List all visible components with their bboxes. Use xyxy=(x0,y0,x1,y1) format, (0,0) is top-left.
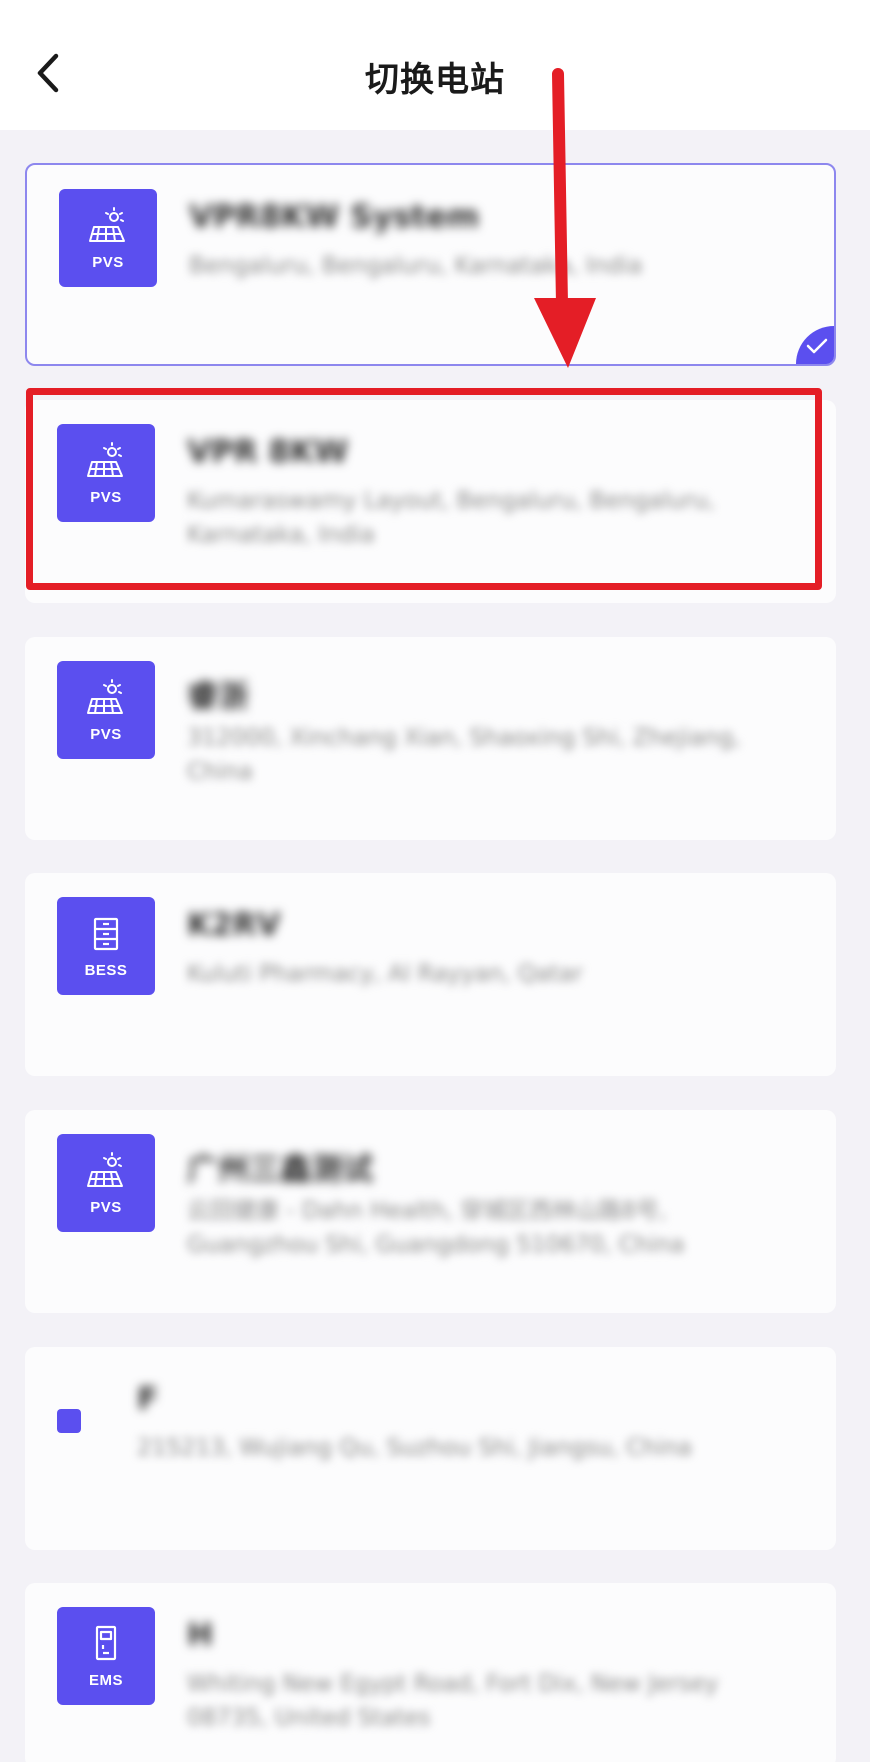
selected-check-badge xyxy=(796,326,834,364)
checkmark-icon xyxy=(806,338,828,354)
station-name: F xyxy=(137,1381,159,1417)
station-type-badge: PVS xyxy=(57,1134,155,1232)
page-title: 切换电站 xyxy=(365,60,505,100)
solar-panel-icon xyxy=(87,679,123,714)
station-card[interactable]: EMS H Whiting New Egypt Road, Fort Dix, … xyxy=(25,1583,836,1762)
station-name: H xyxy=(187,1617,213,1653)
station-card[interactable]: F 215213, Wujiang Qu, Suzhou Shi, Jiangs… xyxy=(25,1347,836,1550)
station-name: K2RV xyxy=(187,907,281,943)
station-type-badge: PVS xyxy=(59,189,157,287)
solar-panel-icon xyxy=(87,442,123,477)
station-address: 215213, Wujiang Qu, Suzhou Shi, Jiangsu,… xyxy=(137,1435,692,1461)
station-type-label: BESS xyxy=(84,962,128,979)
station-card[interactable]: PVS VPR 8KW Kumaraswamy Layout, Bengalur… xyxy=(25,400,836,603)
station-address: Kumaraswamy Layout, Bengaluru, Bengaluru… xyxy=(187,488,715,548)
station-name: 广州三鑫测试 xyxy=(187,1152,373,1188)
top-bar: 切换电站 xyxy=(0,0,870,130)
station-address: Kuluti Pharmacy, Al Rayyan, Qatar xyxy=(187,961,583,987)
station-icon xyxy=(57,1409,81,1433)
station-type-badge: PVS xyxy=(57,661,155,759)
station-type-label: PVS xyxy=(90,726,122,743)
station-card[interactable]: PVS 广州三鑫测试 云回健康 - Dahn Health, 穿城区西林山路8号… xyxy=(25,1110,836,1313)
station-address: Bengaluru, Bengaluru, Karnataka, India xyxy=(189,253,643,279)
station-type-label: PVS xyxy=(90,489,122,506)
battery-cabinet-icon xyxy=(93,917,119,951)
station-type-label: PVS xyxy=(92,254,124,271)
station-name: VPR8KW System xyxy=(189,199,480,235)
station-name: VPR 8KW xyxy=(187,434,349,470)
station-card[interactable]: PVS VPR8KW System Bengaluru, Bengaluru, … xyxy=(25,163,836,366)
station-card[interactable]: BESS K2RV Kuluti Pharmacy, Al Rayyan, Qa… xyxy=(25,873,836,1076)
station-type-badge: PVS xyxy=(57,424,155,522)
ems-device-icon xyxy=(95,1625,117,1661)
station-address: 云回健康 - Dahn Health, 穿城区西林山路8号, Guangzhou… xyxy=(187,1198,685,1258)
solar-panel-icon xyxy=(87,1152,123,1187)
station-type-badge: EMS xyxy=(57,1607,155,1705)
station-address: Whiting New Egypt Road, Fort Dix, New Je… xyxy=(187,1671,719,1731)
station-type-label: EMS xyxy=(88,1672,123,1689)
station-type-badge: BESS xyxy=(57,897,155,995)
station-card[interactable]: PVS 睿浙 312000, Xinchang Xian, Shaoxing S… xyxy=(25,637,836,840)
station-name: 睿浙 xyxy=(187,679,249,715)
station-address: 312000, Xinchang Xian, Shaoxing Shi, Zhe… xyxy=(187,725,741,785)
solar-panel-icon xyxy=(89,207,125,242)
station-type-label: PVS xyxy=(90,1199,122,1216)
